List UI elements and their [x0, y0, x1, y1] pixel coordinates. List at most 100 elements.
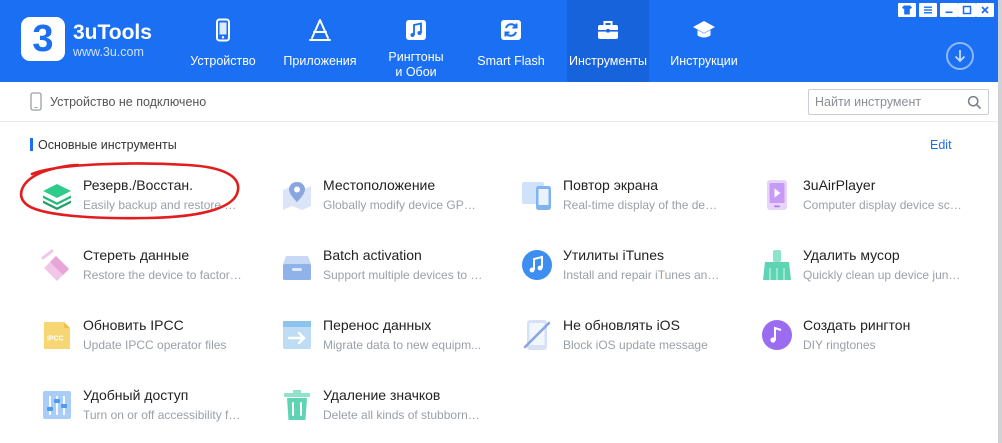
nav-tab-smart-flash[interactable]: Smart Flash — [470, 0, 552, 82]
nav-label: Инструкции — [670, 54, 738, 68]
tool-name: Не обновлять iOS — [563, 317, 680, 333]
nav-label: Smart Flash — [477, 54, 545, 68]
section-accent-bar — [30, 138, 33, 151]
trash-icon — [284, 390, 310, 420]
tool-backup-restore[interactable]: Резерв./Восстан. Easily backup and resto… — [40, 174, 270, 230]
phone-icon — [216, 18, 230, 42]
tool-clean-junk[interactable]: Удалить мусор Quickly clean up device ju… — [760, 244, 990, 300]
logo-mark: 3 — [32, 18, 54, 60]
nav-label: Приложения — [283, 54, 357, 68]
tool-desc: Install and repair iTunes and ... — [563, 268, 723, 282]
tool-delete-icons[interactable]: Удаление значков Delete all kinds of stu… — [280, 384, 510, 440]
tool-name: Резерв./Восстан. — [83, 177, 194, 193]
toolbox-icon — [598, 21, 618, 39]
tool-desc: Update IPCC operator files — [83, 338, 227, 352]
music-note-icon — [406, 20, 426, 40]
batch-box-icon — [283, 256, 311, 280]
tool-icon-wrap — [760, 318, 794, 352]
tool-create-ringtone[interactable]: Создать рингтон DIY ringtones — [760, 314, 990, 370]
tool-name: Местоположение — [323, 177, 436, 193]
download-arrow-icon — [954, 50, 966, 63]
broom-icon — [763, 250, 791, 280]
tool-search-box[interactable] — [808, 89, 989, 115]
screen-mirror-icon — [522, 182, 551, 210]
minimize-button[interactable] — [940, 3, 958, 17]
tool-icon-wrap — [40, 388, 74, 422]
tool-name: Повтор экрана — [563, 177, 659, 193]
refresh-icon — [501, 20, 521, 40]
svg-text:IPCC: IPCC — [47, 336, 64, 343]
search-icon[interactable] — [967, 95, 982, 110]
tool-desc: Migrate data to new equipm... — [323, 338, 482, 352]
edit-link[interactable]: Edit — [930, 138, 952, 152]
tool-name: Batch activation — [323, 247, 422, 263]
tool-desc: Quickly clean up device junk ... — [803, 268, 963, 282]
download-manager-button[interactable] — [946, 42, 974, 70]
tool-screen-mirror[interactable]: Повтор экрана Real-time display of the d… — [520, 174, 750, 230]
nav-tab-device[interactable]: Устройство — [184, 0, 262, 82]
skin-button[interactable] — [898, 3, 916, 17]
menu-button[interactable] — [919, 3, 937, 17]
ipcc-file-icon: IPCC — [44, 322, 70, 349]
tool-icon-wrap — [280, 178, 314, 212]
tool-icon-wrap — [40, 248, 74, 282]
tool-itunes-utilities[interactable]: Утилиты iTunes Install and repair iTunes… — [520, 244, 750, 300]
tool-desc: Real-time display of the devi... — [563, 198, 723, 212]
tool-desc: Turn on or off accessibility fe... — [83, 408, 243, 422]
eraser-icon — [41, 249, 69, 281]
sliders-icon — [43, 391, 71, 419]
device-status-text: Устройство не подключено — [50, 95, 207, 109]
close-icon — [981, 6, 989, 14]
tool-name: Удаление значков — [323, 387, 441, 403]
nav-tab-ringtones[interactable]: Рингтоны и Обои — [377, 0, 455, 82]
maximize-button[interactable] — [958, 3, 976, 17]
app-logo: 3 — [21, 17, 65, 61]
tool-batch-activation[interactable]: Batch activation Support multiple device… — [280, 244, 510, 300]
tool-airplayer[interactable]: 3uAirPlayer Computer display device scr.… — [760, 174, 990, 230]
device-outline-icon — [30, 92, 42, 111]
tool-desc: Globally modify device GPS ... — [323, 198, 483, 212]
tool-icon-wrap — [760, 178, 794, 212]
tool-desc: Restore the device to factory ... — [83, 268, 243, 282]
app-url: www.3u.com — [73, 45, 144, 59]
nav-label-line: и Обои — [395, 65, 437, 79]
app-store-icon — [309, 19, 331, 41]
tool-desc: Support multiple devices to a... — [323, 268, 483, 282]
tool-update-ipcc[interactable]: IPCC Обновить IPCC Update IPCC operator … — [40, 314, 270, 370]
tool-icon-wrap — [280, 248, 314, 282]
tool-erase-data[interactable]: Стереть данные Restore the device to fac… — [40, 244, 270, 300]
app-name: 3uTools — [73, 21, 152, 44]
tool-desc: Block iOS update message — [563, 338, 708, 352]
nav-tab-apps[interactable]: Приложения — [277, 0, 363, 82]
status-bar: Устройство не подключено — [0, 82, 998, 122]
section-title: Основные инструменты — [38, 138, 177, 152]
tool-desc: DIY ringtones — [803, 338, 876, 352]
tool-icon-wrap — [280, 388, 314, 422]
tool-data-transfer[interactable]: Перенос данных Migrate data to new equip… — [280, 314, 510, 370]
nav-tab-tutorials[interactable]: Инструкции — [664, 0, 744, 82]
airplayer-icon — [767, 180, 787, 210]
ringtone-icon — [762, 320, 792, 350]
tool-name: Удалить мусор — [803, 247, 900, 263]
backup-layers-icon — [43, 184, 71, 210]
tool-location[interactable]: Местоположение Globally modify device GP… — [280, 174, 510, 230]
tool-name: Утилиты iTunes — [563, 247, 664, 263]
tool-accessibility[interactable]: Удобный доступ Turn on or off accessibil… — [40, 384, 270, 440]
tool-icon-wrap — [280, 318, 314, 352]
top-bar: 3 3uTools www.3u.com Устройство Приложен… — [0, 0, 998, 82]
nav-label: Устройство — [190, 54, 256, 68]
tool-desc: Delete all kinds of stubborn i... — [323, 408, 483, 422]
maximize-icon — [962, 5, 972, 15]
tool-icon-wrap — [520, 178, 554, 212]
tool-icon-wrap — [40, 178, 74, 212]
nav-tab-tools[interactable]: Инструменты — [567, 0, 649, 82]
tool-desc: Easily backup and restore de... — [83, 198, 243, 212]
tool-search-input[interactable] — [815, 93, 963, 111]
nav-label-line: Рингтоны — [388, 50, 444, 64]
minimize-icon — [945, 11, 953, 14]
window-edge — [998, 0, 1002, 443]
close-button[interactable] — [976, 3, 994, 17]
tool-icon-wrap: IPCC — [40, 318, 74, 352]
tool-block-ios-update[interactable]: Не обновлять iOS Block iOS update messag… — [520, 314, 750, 370]
nav-label-ringtones: Рингтоны и Обои — [377, 50, 455, 80]
